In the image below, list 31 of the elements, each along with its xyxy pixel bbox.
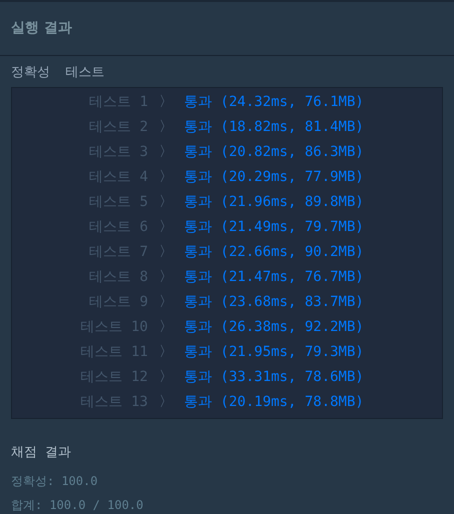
chevron-icon: 〉 <box>148 216 184 238</box>
test-result: 통과 (21.49ms, 79.7MB) <box>184 218 364 236</box>
chevron-icon: 〉 <box>148 316 184 338</box>
test-result: 통과 (20.82ms, 86.3MB) <box>184 142 364 162</box>
chevron-icon: 〉 <box>148 292 184 312</box>
test-result: 통과 (18.82ms, 81.4MB) <box>184 118 364 136</box>
test-result: 통과 (33.31ms, 78.6MB) <box>184 368 364 386</box>
summary-line: 정확성: 100.0 <box>11 473 99 490</box>
chevron-icon: 〉 <box>148 392 184 412</box>
chevron-icon: 〉 <box>148 116 184 138</box>
test-result: 통과 (26.38ms, 92.2MB) <box>184 318 364 336</box>
test-result: 통과 (20.19ms, 78.8MB) <box>184 392 364 412</box>
test-result: 통과 (21.95ms, 79.3MB) <box>184 342 364 362</box>
test-result: 통과 (20.29ms, 77.9MB) <box>184 168 364 186</box>
chevron-icon: 〉 <box>148 242 184 262</box>
summary-title: 채점 결과 <box>11 444 72 462</box>
summary-line: 합계: 100.0 / 100.0 <box>11 497 144 514</box>
chevron-icon: 〉 <box>148 142 184 162</box>
test-result: 통과 (21.96ms, 89.8MB) <box>184 192 364 212</box>
panel-title: 실행 결과 <box>11 19 72 38</box>
test-result: 통과 (23.68ms, 83.7MB) <box>184 292 364 312</box>
chevron-icon: 〉 <box>148 166 184 188</box>
section-label: 정확성 테스트 <box>10 64 106 82</box>
chevron-icon: 〉 <box>148 342 184 362</box>
test-result: 통과 (24.32ms, 76.1MB) <box>184 92 364 112</box>
chevron-icon: 〉 <box>148 266 184 288</box>
chevron-icon: 〉 <box>148 366 184 388</box>
test-result: 통과 (22.66ms, 90.2MB) <box>184 242 364 262</box>
chevron-icon: 〉 <box>148 92 184 112</box>
test-result: 통과 (21.47ms, 76.7MB) <box>184 268 364 286</box>
chevron-icon: 〉 <box>148 192 184 212</box>
